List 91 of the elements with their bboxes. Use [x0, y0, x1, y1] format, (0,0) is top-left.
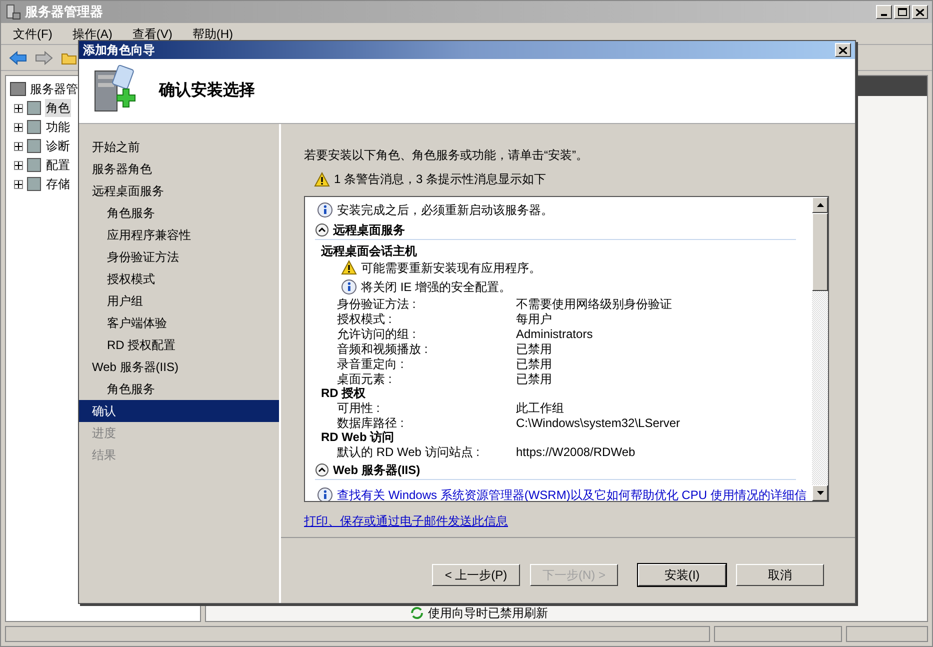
- wizard-step[interactable]: RD 授权配置: [79, 334, 279, 356]
- expander-icon[interactable]: [14, 122, 23, 132]
- subsection-heading: RD Web 访问: [321, 429, 394, 446]
- wizard-step[interactable]: 用户组: [79, 290, 279, 312]
- forward-arrow-icon[interactable]: [35, 50, 53, 64]
- status-message: 使用向导时已禁用刷新: [428, 607, 548, 619]
- back-arrow-icon[interactable]: [9, 50, 27, 64]
- subsection-heading: 远程桌面会话主机: [321, 243, 417, 260]
- down-arrow-icon[interactable]: [816, 491, 824, 495]
- message-text: 可能需要重新安装现有应用程序。: [361, 260, 541, 276]
- collapse-icon[interactable]: [315, 463, 329, 477]
- dialog-button[interactable]: 安装(I): [638, 564, 726, 586]
- tree-item[interactable]: 诊断: [45, 137, 71, 155]
- summary-text: 1 条警告消息，3 条提示性消息显示如下: [334, 171, 546, 188]
- property-value: Administrators: [516, 326, 593, 342]
- wizard-step[interactable]: 身份验证方法: [79, 246, 279, 268]
- expander-icon[interactable]: [14, 160, 23, 170]
- wizard-step[interactable]: Web 服务器(IIS): [79, 356, 279, 378]
- property-value: C:\Windows\system32\LServer: [516, 414, 680, 432]
- dialog-button[interactable]: < 上一步(P): [432, 564, 520, 586]
- property-value: 已禁用: [516, 356, 552, 372]
- property-value: 每用户: [516, 310, 552, 328]
- wizard-step[interactable]: 服务器角色: [79, 158, 279, 180]
- dialog-button[interactable]: 取消: [736, 564, 824, 586]
- property-value: https://W2008/RDWeb: [516, 444, 636, 460]
- property-label: 可用性 :: [337, 400, 381, 416]
- wizard-step[interactable]: 确认: [79, 400, 279, 422]
- wizard-step[interactable]: 开始之前: [79, 136, 279, 158]
- scrollbar[interactable]: [812, 197, 828, 501]
- node-icon: [27, 120, 41, 134]
- wizard-step[interactable]: 角色服务: [79, 378, 279, 400]
- node-icon: [27, 177, 41, 191]
- scrollbar-thumb[interactable]: [812, 213, 828, 291]
- subsection-heading: RD 授权: [321, 385, 366, 402]
- expander-icon[interactable]: [14, 180, 23, 188]
- wizard-step[interactable]: 角色服务: [79, 202, 279, 224]
- refresh-icon: [410, 607, 424, 619]
- tree-item[interactable]: 功能: [45, 118, 71, 136]
- wizard-step[interactable]: 客户端体验: [79, 312, 279, 334]
- wizard-step[interactable]: 应用程序兼容性: [79, 224, 279, 246]
- tree-item[interactable]: 存储: [45, 175, 71, 193]
- expander-icon[interactable]: [14, 104, 23, 112]
- tree-item[interactable]: 角色: [45, 99, 71, 117]
- property-label: 录音重定向 :: [337, 356, 405, 372]
- server-icon: [5, 4, 21, 20]
- window-title: 服务器管理器: [25, 3, 104, 22]
- close-icon: [916, 8, 924, 16]
- maximize-button[interactable]: [894, 5, 910, 19]
- warning-icon: [341, 260, 357, 275]
- tree-item[interactable]: 配置: [45, 156, 71, 174]
- expander-icon[interactable]: [14, 142, 23, 150]
- section-heading: 远程桌面服务: [333, 222, 405, 239]
- property-value: 此工作组: [516, 400, 564, 416]
- property-label: 允许访问的组 :: [337, 326, 417, 342]
- property-value: 不需要使用网络级别身份验证: [516, 296, 672, 312]
- message-text: 安装完成之后，必须重新启动该服务器。: [337, 202, 553, 219]
- node-icon: [27, 101, 41, 115]
- dialog-title: 添加角色向导: [83, 42, 156, 59]
- menu-item[interactable]: 查看(V): [132, 24, 172, 42]
- property-label: 桌面元素 :: [337, 370, 393, 387]
- property-value: 已禁用: [516, 370, 552, 388]
- minimize-button[interactable]: [876, 5, 892, 19]
- tree-item[interactable]: 服务器管: [30, 80, 78, 98]
- up-arrow-icon[interactable]: [816, 203, 824, 207]
- warning-icon: [314, 172, 330, 186]
- close-button[interactable]: [835, 43, 851, 57]
- print-save-email-link[interactable]: 打印、保存或通过电子邮件发送此信息: [304, 514, 508, 528]
- server-icon: [10, 82, 26, 96]
- info-icon: [341, 278, 357, 294]
- close-button[interactable]: [912, 5, 928, 19]
- wizard-step[interactable]: 授权模式: [79, 268, 279, 290]
- property-label: 数据库路径 :: [337, 414, 405, 430]
- property-label: 音频和视频播放 :: [337, 340, 429, 358]
- property-label: 身份验证方法 :: [337, 296, 417, 312]
- close-icon: [839, 46, 847, 54]
- menu-item[interactable]: 文件(F): [13, 24, 52, 42]
- info-icon: [317, 487, 333, 501]
- property-label: 授权模式 :: [337, 310, 393, 328]
- wizard-step[interactable]: 远程桌面服务: [79, 180, 279, 202]
- info-icon: [317, 202, 333, 218]
- message-text: 将关闭 IE 增强的安全配置。: [361, 278, 512, 296]
- collapse-icon[interactable]: [315, 223, 329, 237]
- intro-text: 若要安装以下角色、角色服务或功能，请单击“安装”。: [304, 147, 589, 164]
- section-heading: Web 服务器(IIS): [333, 462, 420, 479]
- node-icon: [27, 139, 41, 153]
- dialog-heading: 确认安装选择: [159, 80, 255, 101]
- node-icon: [27, 158, 41, 172]
- menu-item[interactable]: 帮助(H): [192, 24, 233, 42]
- property-value: 已禁用: [516, 340, 552, 358]
- menu-item[interactable]: 操作(A): [72, 24, 112, 42]
- property-label: 默认的 RD Web 访问站点 :: [337, 444, 480, 460]
